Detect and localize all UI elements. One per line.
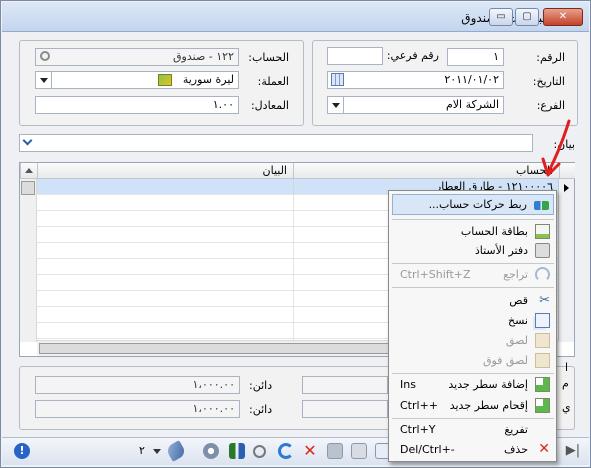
subnumber-field[interactable] bbox=[327, 47, 383, 65]
credit-label-1: دائن: bbox=[249, 379, 273, 392]
hidden-label: ا bbox=[565, 361, 569, 374]
left-letter-2: ي bbox=[562, 401, 571, 414]
menu-item-delete[interactable]: ✕ حذف Del/Ctrl+- bbox=[392, 439, 554, 460]
print-icon[interactable] bbox=[351, 443, 367, 459]
last-record-icon[interactable]: ▶| bbox=[565, 443, 581, 459]
minimize-button[interactable]: ▭ bbox=[489, 8, 513, 26]
menu-item-add-row[interactable]: إضافة سطر جديد Ins bbox=[392, 374, 554, 395]
annotation-arrow bbox=[541, 119, 571, 177]
account-value: ١٢٢ - صندوق bbox=[173, 50, 234, 63]
link-icon bbox=[534, 201, 549, 210]
row-indicator-column bbox=[558, 179, 574, 342]
maximize-button[interactable]: ▢ bbox=[515, 8, 539, 26]
number-field[interactable]: ١ bbox=[447, 48, 504, 66]
subnumber-label: رقم فرعي: bbox=[386, 49, 439, 62]
menu-item-account-card[interactable]: بطاقة الحساب bbox=[392, 221, 554, 242]
currency-label: العملة: bbox=[257, 75, 289, 88]
page-number: ٢ bbox=[139, 444, 145, 457]
rate-label: المعادل: bbox=[250, 99, 289, 112]
debit-total-field bbox=[302, 376, 388, 394]
menu-item-paste-over[interactable]: لصق فوق bbox=[392, 350, 554, 371]
card-icon bbox=[535, 224, 550, 239]
cancel-icon[interactable]: ✕ bbox=[302, 443, 318, 459]
copy-icon bbox=[535, 313, 550, 328]
hscroll-thumb[interactable] bbox=[39, 343, 407, 354]
scroll-thumb[interactable] bbox=[21, 181, 35, 195]
credit-label-2: دائن: bbox=[249, 403, 273, 416]
menu-item-clear[interactable]: تفريغ Ctrl+Y bbox=[392, 419, 554, 440]
branch-value: الشركة الام bbox=[445, 98, 499, 111]
sort-icon[interactable] bbox=[229, 443, 245, 459]
branch-label: الفرع: bbox=[536, 99, 565, 112]
vertical-scrollbar[interactable] bbox=[20, 179, 37, 342]
statement-field[interactable] bbox=[19, 134, 533, 152]
credit-balance-field: ١،٠٠٠.٠٠ bbox=[35, 400, 240, 418]
grid-corner bbox=[20, 163, 37, 179]
date-label: التاريخ: bbox=[532, 75, 565, 88]
context-menu: ربط حركات حساب... بطاقة الحساب دفتر الأس… bbox=[388, 190, 557, 462]
menu-item-ledger[interactable]: دفتر الأستاذ bbox=[392, 240, 554, 261]
date-field[interactable]: ٢٠١١/٠١/٠٢ bbox=[327, 71, 504, 89]
branch-select[interactable]: الشركة الام bbox=[327, 96, 504, 114]
page-dropdown-icon[interactable] bbox=[153, 449, 161, 454]
close-button[interactable]: ✕ bbox=[543, 8, 583, 26]
account-field[interactable]: ١٢٢ - صندوق bbox=[35, 48, 239, 66]
refresh-icon[interactable] bbox=[278, 443, 294, 459]
chevron-down-icon[interactable] bbox=[328, 97, 344, 113]
paste-icon bbox=[535, 333, 550, 348]
menu-item-link-transactions[interactable]: ربط حركات حساب... bbox=[392, 194, 554, 215]
chevron-down-icon[interactable] bbox=[36, 72, 52, 88]
delete-record-icon[interactable] bbox=[327, 443, 343, 459]
menu-item-cut[interactable]: ✂ قص bbox=[392, 290, 554, 311]
attach-icon[interactable] bbox=[165, 440, 187, 462]
left-letter-1: م bbox=[562, 377, 569, 390]
paste-over-icon bbox=[535, 353, 550, 368]
cut-icon: ✂ bbox=[539, 293, 550, 308]
ledger-icon bbox=[535, 243, 550, 258]
currency-value: ليرة سورية bbox=[182, 73, 234, 86]
receipts-window: مقبوضات الصندوق ▭ ▢ ✕ الرقم: ١ رقم فرعي:… bbox=[0, 0, 591, 468]
debit-balance-field bbox=[302, 400, 388, 418]
column-header-account[interactable]: الحساب bbox=[293, 163, 559, 179]
menu-item-paste[interactable]: لصق bbox=[392, 330, 554, 351]
chevron-down-icon[interactable] bbox=[22, 135, 33, 146]
insert-row-icon bbox=[535, 398, 550, 413]
add-row-icon bbox=[535, 377, 550, 392]
undo-icon bbox=[535, 267, 550, 282]
menu-item-copy[interactable]: نسخ bbox=[392, 310, 554, 331]
account-label: الحساب: bbox=[248, 51, 289, 64]
number-label: الرقم: bbox=[536, 51, 565, 64]
find-icon[interactable] bbox=[253, 445, 266, 458]
search-icon[interactable] bbox=[40, 51, 50, 61]
column-header-statement[interactable]: البيان bbox=[37, 163, 293, 179]
menu-item-undo[interactable]: تراجع Ctrl+Shift+Z bbox=[392, 264, 554, 285]
menu-item-insert-row[interactable]: إقحام سطر جديد Ctrl++ bbox=[392, 395, 554, 416]
calendar-icon[interactable] bbox=[331, 73, 344, 86]
currency-select[interactable]: ليرة سورية bbox=[35, 71, 239, 89]
rate-field[interactable]: ١.٠٠ bbox=[35, 96, 239, 114]
date-value: ٢٠١١/٠١/٠٢ bbox=[444, 73, 499, 86]
delete-icon: ✕ bbox=[538, 441, 550, 457]
money-icon bbox=[158, 74, 172, 86]
current-row-arrow-icon bbox=[564, 184, 569, 192]
credit-total-field: ١،٠٠٠.٠٠ bbox=[35, 376, 240, 394]
settings-icon[interactable] bbox=[203, 443, 219, 459]
info-icon[interactable]: ! bbox=[14, 443, 30, 459]
